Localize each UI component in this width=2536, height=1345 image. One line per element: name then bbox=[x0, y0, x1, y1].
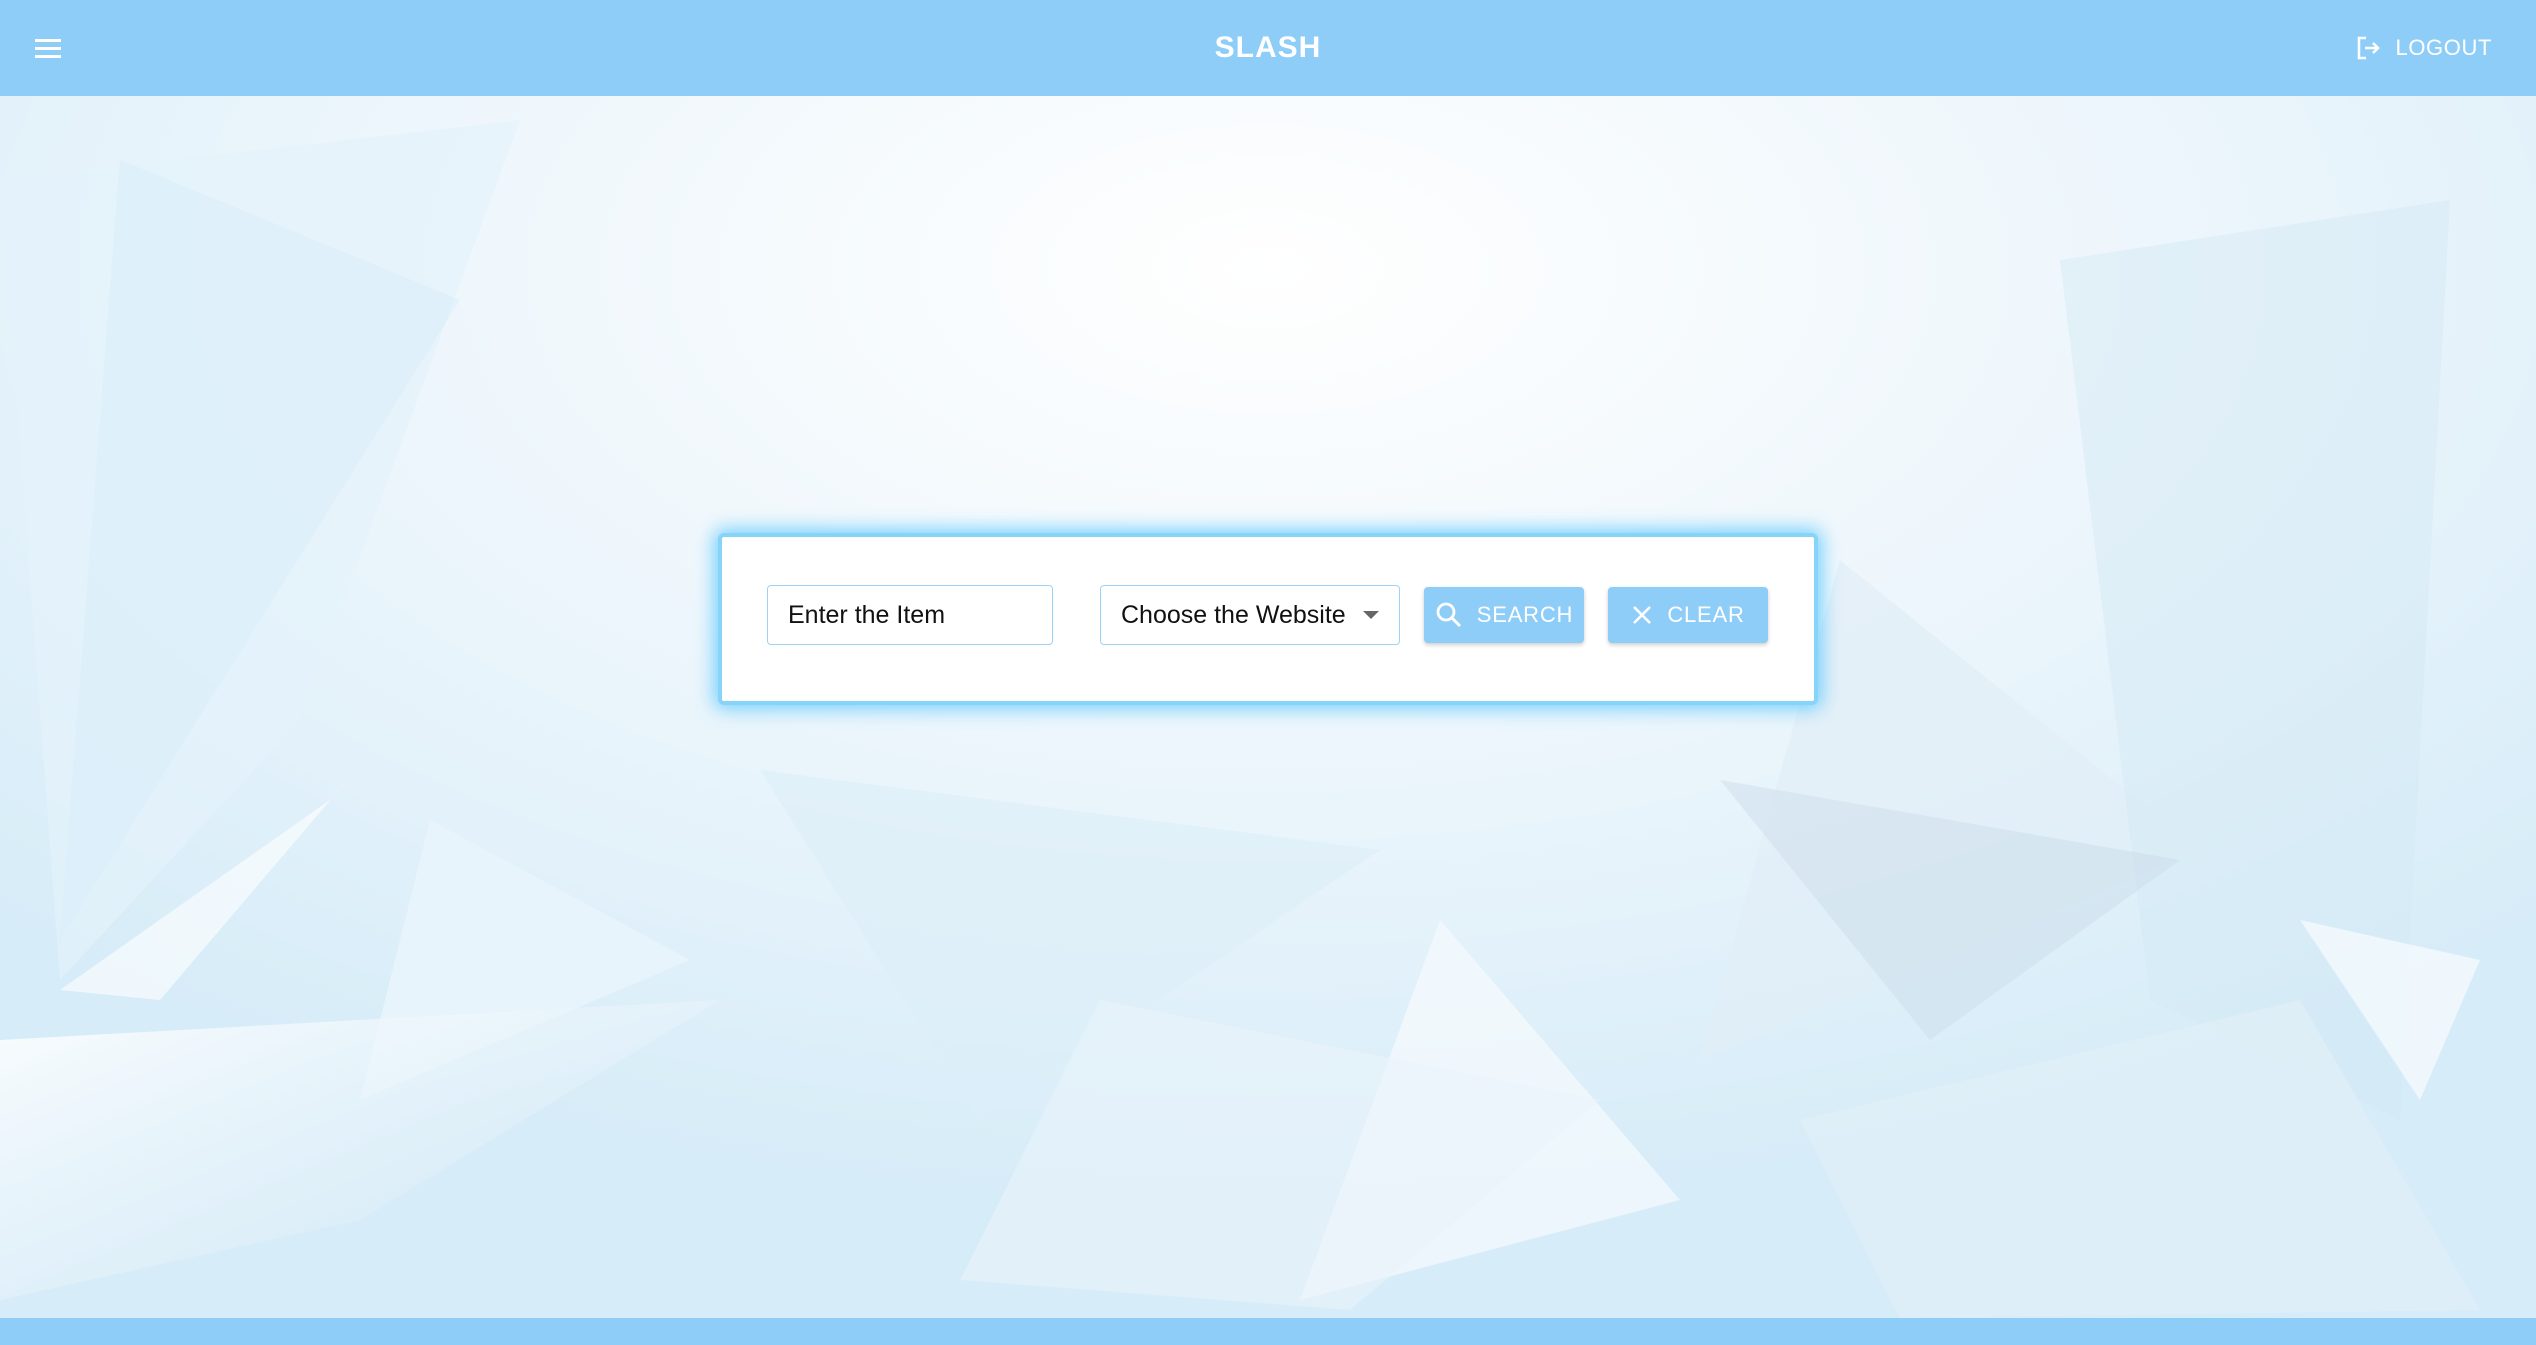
close-icon bbox=[1633, 606, 1652, 624]
chevron-down-icon bbox=[1363, 611, 1379, 619]
logout-label: LOGOUT bbox=[2395, 35, 2492, 60]
website-select[interactable]: Choose the Website bbox=[1100, 585, 1400, 645]
search-icon bbox=[1436, 602, 1461, 628]
logout-icon bbox=[2357, 36, 2380, 60]
item-search-input[interactable] bbox=[767, 585, 1053, 645]
clear-button[interactable]: CLEAR bbox=[1608, 587, 1768, 643]
menu-button[interactable] bbox=[20, 20, 76, 76]
search-card: Choose the Website SEARCH CLEAR bbox=[718, 533, 1818, 705]
clear-button-label: CLEAR bbox=[1667, 602, 1745, 627]
footer-bar bbox=[0, 1318, 2536, 1345]
search-button[interactable]: SEARCH bbox=[1424, 587, 1584, 643]
app-bar: SLASH LOGOUT bbox=[0, 0, 2536, 96]
logout-button[interactable]: LOGOUT bbox=[2342, 24, 2505, 72]
app-title: SLASH bbox=[1214, 31, 1322, 64]
search-button-label: SEARCH bbox=[1476, 602, 1574, 627]
website-select-label: Choose the Website bbox=[1121, 600, 1346, 629]
menu-icon bbox=[35, 39, 61, 58]
